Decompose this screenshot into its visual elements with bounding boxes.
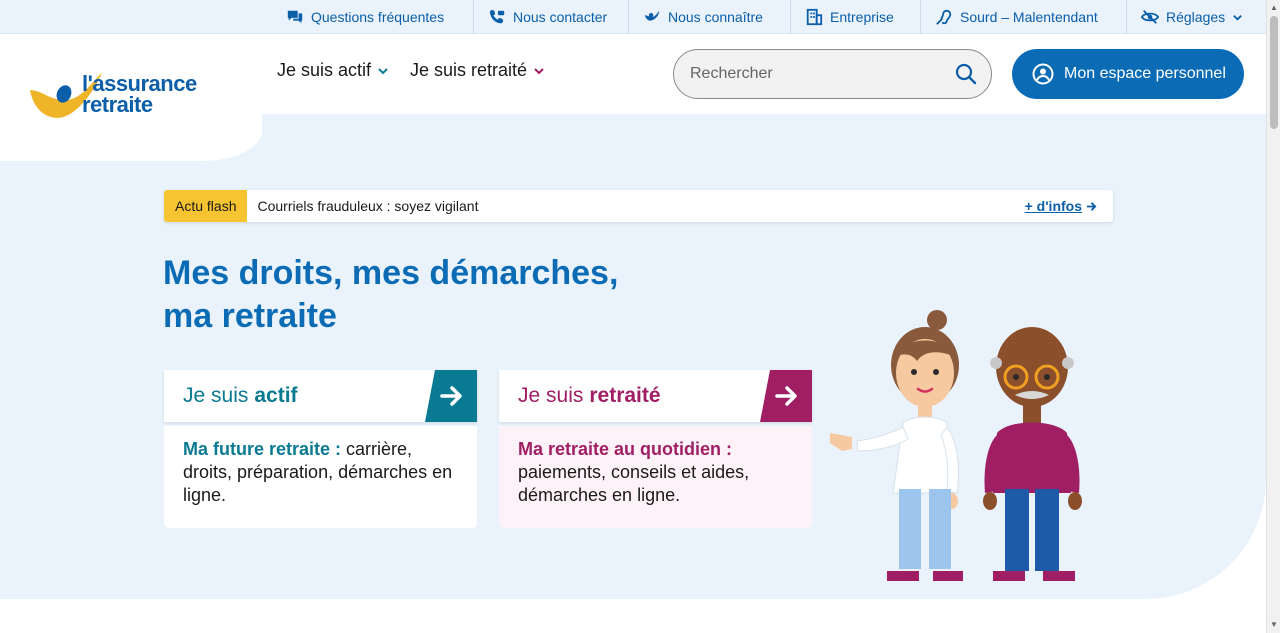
hero-title-line-1: Mes droits, mes démarches, — [163, 254, 619, 292]
card-actif-bold: actif — [254, 384, 298, 407]
search-icon[interactable] — [955, 63, 977, 85]
flash-banner: Actu flash Courriels frauduleux : soyez … — [164, 190, 1113, 222]
company-label: Entreprise — [830, 9, 894, 25]
logo-line-1: l'assurance — [82, 71, 197, 96]
logo-mark-icon — [644, 10, 660, 21]
flash-message: Courriels frauduleux : soyez vigilant — [257, 198, 479, 214]
faq-label: Questions fréquentes — [311, 9, 445, 25]
contact-label: Nous contacter — [513, 9, 608, 25]
personal-space-button[interactable]: Mon espace personnel — [1012, 49, 1244, 99]
hero-title-line-2: ma retraite — [163, 297, 337, 335]
faq-link[interactable]: Questions fréquentes — [272, 0, 444, 34]
phone-icon — [489, 9, 505, 24]
card-retraite-lead: Ma retraite au quotidien : — [518, 439, 733, 459]
card-actif-body: Ma future retraite : carrière, droits, p… — [164, 426, 477, 528]
settings-label: Réglages — [1166, 9, 1226, 25]
company-link[interactable]: Entreprise — [790, 0, 894, 34]
scrollbar-thumb[interactable] — [1270, 16, 1278, 129]
card-actif-lead: Ma future retraite : — [183, 439, 342, 459]
eye-off-icon — [1141, 10, 1159, 24]
card-retraite[interactable]: Je suis retraité Ma retraite au quotidie… — [499, 370, 812, 528]
card-retraite-prefix: Je suis — [518, 384, 584, 407]
ear-icon — [936, 9, 952, 25]
card-retraite-bold: retraité — [589, 384, 661, 407]
flash-tag: Actu flash — [164, 190, 248, 222]
nav-retraite-label: Je suis retraité — [410, 60, 528, 80]
flash-more-label: + d'infos — [1024, 198, 1082, 214]
scrollbar[interactable]: ▲ ▼ — [1266, 0, 1280, 633]
chevron-down-icon — [378, 67, 388, 74]
nav-retraite[interactable]: Je suis retraité — [410, 60, 545, 81]
woman-figure — [830, 310, 963, 581]
chevron-down-icon — [534, 67, 544, 74]
scroll-down-icon[interactable]: ▼ — [1270, 621, 1278, 629]
arrow-right-icon[interactable] — [425, 370, 477, 422]
hero-title: Mes droits, mes démarches, ma retraite — [163, 252, 683, 338]
card-actif-prefix: Je suis — [183, 384, 249, 407]
user-circle-icon — [1032, 63, 1054, 85]
arrow-right-icon[interactable] — [760, 370, 812, 422]
logo-text[interactable]: l'assurance retraite — [82, 71, 197, 117]
flash-more-link[interactable]: + d'infos — [1025, 198, 1097, 214]
page: Questions fréquentes Nous contacter Nous… — [0, 0, 1280, 633]
man-figure — [983, 327, 1082, 581]
chat-icon — [287, 10, 303, 24]
settings-link[interactable]: Réglages — [1126, 0, 1243, 34]
about-link[interactable]: Nous connaître — [628, 0, 763, 34]
nav-actif-label: Je suis actif — [277, 60, 372, 80]
search-input[interactable] — [690, 65, 940, 83]
chevron-down-icon — [1233, 14, 1242, 21]
nav-actif[interactable]: Je suis actif — [277, 60, 389, 81]
card-retraite-body: Ma retraite au quotidien : paiements, co… — [499, 426, 812, 528]
deaf-label: Sourd – Malentendant — [960, 9, 1098, 25]
about-label: Nous connaître — [668, 9, 763, 25]
arrow-right-icon — [1086, 201, 1097, 211]
scroll-up-icon[interactable]: ▲ — [1270, 4, 1278, 12]
utility-bar: Questions fréquentes Nous contacter Nous… — [0, 0, 1266, 34]
logo-line-2: retraite — [82, 92, 153, 117]
contact-link[interactable]: Nous contacter — [473, 0, 607, 34]
search-box — [673, 49, 992, 99]
card-actif[interactable]: Je suis actif Ma future retraite : carri… — [164, 370, 477, 528]
building-icon — [806, 8, 823, 26]
deaf-link[interactable]: Sourd – Malentendant — [920, 0, 1098, 34]
personal-space-label: Mon espace personnel — [1064, 65, 1226, 82]
card-retraite-text: paiements, conseils et aides, démarches … — [518, 462, 750, 505]
people-illustration — [830, 310, 1082, 581]
